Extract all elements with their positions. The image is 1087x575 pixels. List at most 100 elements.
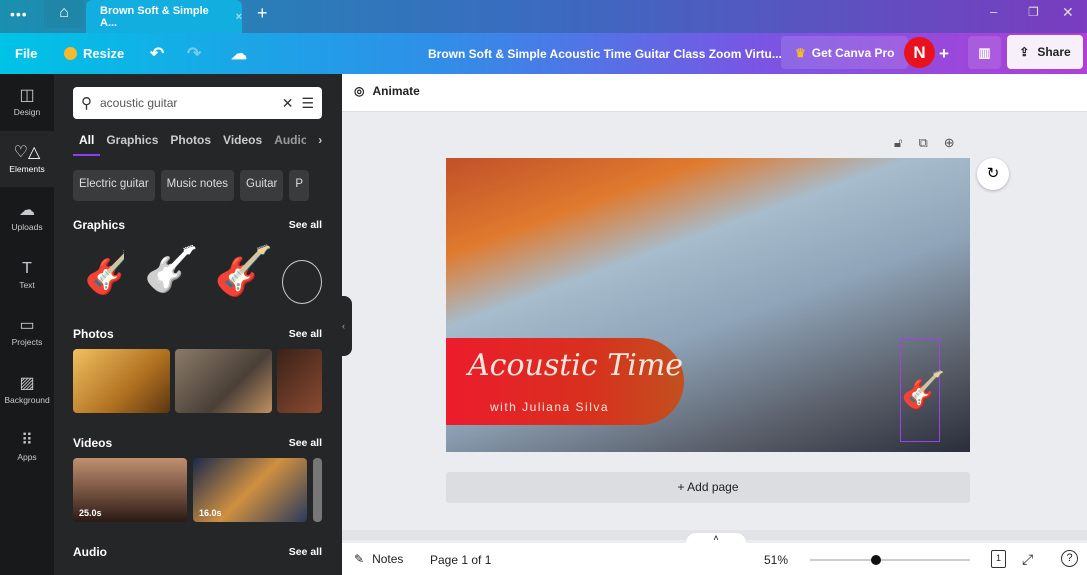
apps-icon: ⠿ bbox=[21, 431, 33, 449]
shapes-icon: ♡△ bbox=[13, 143, 41, 161]
lock-icon[interactable]: 🔓︎ bbox=[894, 135, 902, 151]
search-value: acoustic guitar bbox=[100, 96, 178, 110]
regenerate-icon[interactable]: ↻ bbox=[977, 158, 1009, 190]
rail-label: Elements bbox=[9, 163, 45, 174]
restore-icon[interactable]: ❐ bbox=[1028, 5, 1039, 19]
background-icon: ▨ bbox=[19, 374, 35, 392]
graphic-guitar-outline[interactable] bbox=[282, 260, 322, 304]
share-icon: ⇪ bbox=[1019, 45, 1030, 59]
document-title[interactable]: Brown Soft & Simple Acoustic Time Guitar… bbox=[428, 33, 782, 74]
close-window-icon[interactable]: ✕ bbox=[1062, 4, 1074, 21]
add-page-button[interactable]: + Add page bbox=[446, 472, 970, 503]
photo-thumb[interactable] bbox=[277, 349, 322, 413]
fullscreen-icon[interactable]: ⤢ bbox=[1022, 551, 1033, 568]
help-icon[interactable]: ? bbox=[1061, 550, 1078, 567]
design-page[interactable]: Acoustic Time with Juliana Silva 🎸 bbox=[446, 158, 970, 452]
chip-more[interactable]: P bbox=[289, 170, 310, 201]
graphic-guitar-orange[interactable]: 🎸 bbox=[84, 240, 124, 304]
title-script[interactable]: Acoustic Time bbox=[468, 348, 683, 383]
rail-label: Design bbox=[13, 106, 41, 117]
tab-title: Brown Soft & Simple A... bbox=[100, 4, 209, 29]
minimize-icon[interactable]: – bbox=[990, 4, 997, 19]
search-icon: ⚲ bbox=[81, 95, 92, 112]
tab-audio[interactable]: Audio bbox=[274, 133, 306, 147]
collapse-panel-handle[interactable]: ‹ bbox=[342, 296, 352, 356]
close-tab-icon[interactable]: × bbox=[236, 11, 242, 23]
subtitle[interactable]: with Juliana Silva bbox=[490, 400, 609, 414]
graphics-see-all[interactable]: See all bbox=[289, 219, 322, 231]
share-label: Share bbox=[1037, 45, 1071, 59]
tab-videos[interactable]: Videos bbox=[223, 133, 262, 147]
tab-photos[interactable]: Photos bbox=[170, 133, 211, 147]
folder-icon: ▭ bbox=[19, 316, 35, 334]
rail-item-design[interactable]: ◫ Design bbox=[0, 74, 54, 130]
rail-item-text[interactable]: T Text bbox=[0, 247, 54, 303]
add-page-icon[interactable]: ⊕ bbox=[944, 135, 955, 151]
home-icon[interactable]: ⌂ bbox=[44, 0, 84, 28]
undo-icon[interactable]: ↶ bbox=[150, 33, 164, 74]
side-rail: ◫ Design ♡△ Elements ☁ Uploads T Text ▭ Proje… bbox=[0, 74, 54, 575]
share-button[interactable]: ⇪ Share bbox=[1007, 35, 1083, 69]
video-thumb[interactable]: 25.0s bbox=[73, 458, 187, 522]
zoom-level[interactable]: 51% bbox=[764, 553, 788, 567]
new-tab-button[interactable]: + bbox=[257, 3, 268, 24]
bottom-bar: ✎ Notes Page 1 of 1 51% 1 ⤢ ? bbox=[342, 543, 1087, 575]
chip-music-notes[interactable]: Music notes bbox=[160, 170, 235, 201]
redo-icon[interactable]: ↷ bbox=[187, 33, 201, 74]
animate-label: Animate bbox=[372, 84, 420, 98]
rail-item-projects[interactable]: ▭ Projects bbox=[0, 304, 54, 360]
search-input[interactable]: ⚲ acoustic guitar ✕ ☰ bbox=[73, 87, 322, 119]
audio-heading: Audio bbox=[73, 545, 107, 559]
resize-button[interactable]: Resize bbox=[64, 33, 124, 74]
add-collaborator-icon[interactable]: + bbox=[939, 33, 949, 74]
filter-icon[interactable]: ☰ bbox=[301, 95, 314, 112]
crown-icon bbox=[64, 47, 77, 60]
video-thumb[interactable] bbox=[313, 458, 322, 522]
graphic-guitar-acoustic[interactable]: 🎸 bbox=[214, 240, 278, 304]
zoom-slider-handle[interactable] bbox=[871, 555, 881, 565]
cloud-upload-icon: ☁ bbox=[19, 201, 35, 219]
video-thumb[interactable]: 16.0s bbox=[193, 458, 307, 522]
file-menu[interactable]: File bbox=[15, 33, 37, 74]
rail-item-elements[interactable]: ♡△ Elements bbox=[0, 131, 54, 187]
tabs-next-icon[interactable]: › bbox=[318, 133, 322, 147]
photo-thumb[interactable] bbox=[175, 349, 272, 413]
tab-all[interactable]: All bbox=[79, 133, 94, 147]
rail-item-uploads[interactable]: ☁ Uploads bbox=[0, 189, 54, 245]
videos-heading: Videos bbox=[73, 436, 113, 450]
clear-search-icon[interactable]: ✕ bbox=[282, 95, 294, 112]
notes-button[interactable]: ✎ Notes bbox=[354, 552, 403, 566]
zoom-slider[interactable] bbox=[810, 559, 970, 561]
page-grid-button[interactable]: 1 bbox=[991, 550, 1006, 568]
animate-button[interactable]: ◎ Animate bbox=[354, 84, 420, 98]
photos-heading: Photos bbox=[73, 327, 114, 341]
photo-thumb[interactable] bbox=[73, 349, 170, 413]
canvas-toolbar: ◎ Animate bbox=[342, 74, 1087, 112]
selected-guitar-graphic[interactable]: 🎸 bbox=[900, 339, 946, 442]
videos-see-all[interactable]: See all bbox=[289, 437, 322, 449]
get-canva-pro-button[interactable]: ♛ Get Canva Pro bbox=[781, 36, 909, 69]
menu-dots-icon[interactable]: ••• bbox=[10, 6, 28, 22]
graphic-guitar-white[interactable]: 🎸 bbox=[144, 244, 210, 296]
editor-toolbar: File Resize ↶ ↷ ☁ Brown Soft & Simple Ac… bbox=[0, 33, 1087, 74]
rail-item-apps[interactable]: ⠿ Apps bbox=[0, 419, 54, 475]
tab-graphics[interactable]: Graphics bbox=[106, 133, 158, 147]
cloud-saved-icon[interactable]: ☁ bbox=[231, 33, 247, 74]
avatar[interactable]: N bbox=[904, 37, 935, 68]
rail-item-background[interactable]: ▨ Background bbox=[0, 362, 54, 418]
chip-guitar[interactable]: Guitar bbox=[240, 170, 284, 201]
audio-see-all[interactable]: See all bbox=[289, 546, 322, 558]
chip-electric-guitar[interactable]: Electric guitar bbox=[73, 170, 155, 201]
photos-see-all[interactable]: See all bbox=[289, 328, 322, 340]
graphics-heading: Graphics bbox=[73, 218, 126, 232]
duplicate-icon[interactable]: ⧉ bbox=[918, 135, 927, 151]
title-banner[interactable]: Acoustic Time with Juliana Silva bbox=[446, 338, 684, 425]
browser-tab[interactable]: Brown Soft & Simple A... × bbox=[86, 0, 242, 33]
video-duration: 16.0s bbox=[199, 508, 222, 518]
rail-label: Uploads bbox=[11, 221, 43, 232]
elements-panel: ⚲ acoustic guitar ✕ ☰ All Graphics Photo… bbox=[54, 74, 342, 575]
rail-label: Text bbox=[19, 279, 35, 290]
video-duration: 25.0s bbox=[79, 508, 102, 518]
insights-icon[interactable]: ▥ bbox=[968, 36, 1001, 69]
text-icon: T bbox=[22, 259, 32, 277]
